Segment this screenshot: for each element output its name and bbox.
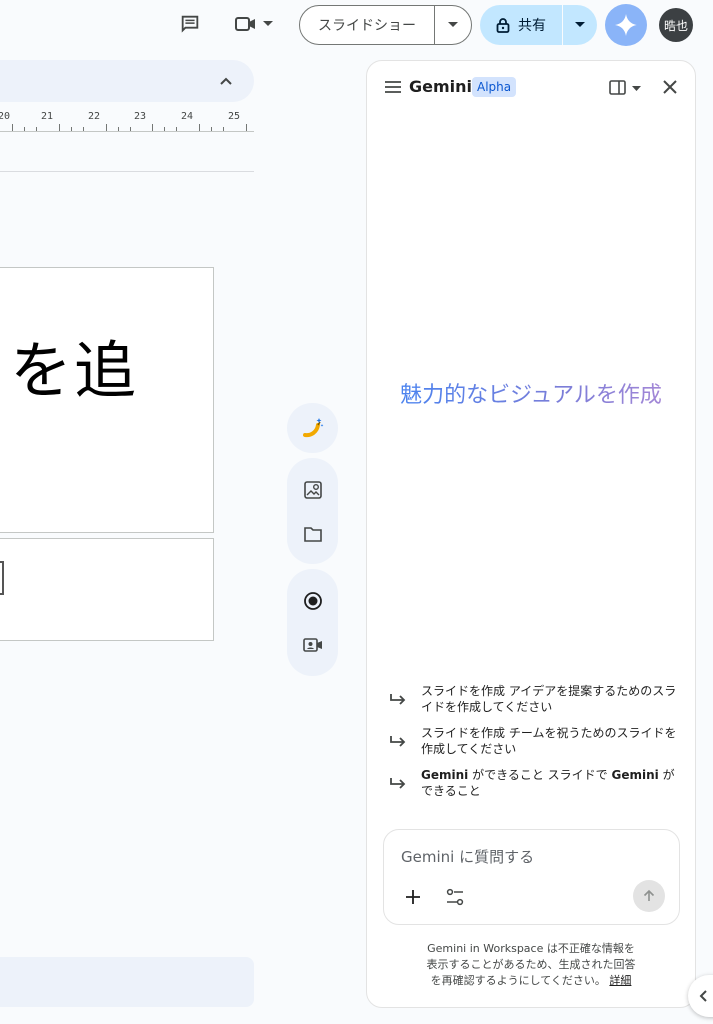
panel-title: Gemini: [409, 77, 473, 96]
subtitle-text-fragment: [0, 561, 4, 595]
suggestion-text: スライドを作成 アイデアを提案するためのスライドを作成してください: [421, 683, 677, 715]
image-search-icon[interactable]: [300, 477, 325, 502]
arrow-up-icon: [643, 889, 655, 901]
gemini-side-panel: Gemini Alpha 魅力的なビジュアルを作成 スライドを作成 アイデアを提…: [366, 60, 696, 1008]
folder-icon[interactable]: [300, 521, 325, 546]
slide-title-placeholder[interactable]: を追: [0, 267, 214, 533]
ruler-tick: [223, 127, 224, 131]
chevron-down-icon: [448, 22, 458, 27]
ruler-tick: [83, 127, 84, 131]
chevron-down-icon: [575, 22, 585, 27]
share-button[interactable]: 共有: [480, 5, 563, 45]
ruler-tick: [199, 124, 200, 131]
video-person-icon[interactable]: [300, 632, 325, 657]
tune-icon[interactable]: [444, 886, 466, 908]
top-toolbar: スライドショー 共有 晧也: [0, 0, 713, 52]
ruler-tick: [12, 124, 13, 131]
suggestion-bold-2: Gemini: [611, 768, 659, 782]
ruler-tick: [24, 127, 25, 131]
disclaimer-line: 表示することがあるため、生成された回答: [426, 958, 636, 971]
suggestion-bold: Gemini: [421, 768, 469, 782]
ruler-number: 23: [134, 111, 147, 122]
lock-icon: [496, 18, 510, 33]
slide-title-text: を追: [10, 334, 139, 407]
side-tool-pill-2: [287, 458, 338, 564]
menu-icon[interactable]: [383, 77, 403, 97]
comment-icon[interactable]: [176, 10, 204, 38]
gemini-toggle-button[interactable]: [605, 4, 647, 46]
gemini-sparkle-icon: [615, 14, 637, 36]
ruler-tick: [71, 127, 72, 131]
ruler-tick: [164, 127, 165, 131]
slides-editor: スライドショー 共有 晧也 20 21 22 23 24 25 を追 Gemin…: [0, 0, 713, 1024]
share-dropdown-button[interactable]: [563, 5, 597, 45]
suggestion-bold: スライドを作成: [421, 684, 506, 698]
panel-layout-icon[interactable]: [609, 79, 643, 97]
ruler-tick: [176, 127, 177, 131]
slideshow-button[interactable]: スライドショー: [300, 6, 435, 44]
slideshow-button-group: スライドショー: [299, 5, 472, 45]
subdirectory-arrow-icon: [390, 736, 406, 747]
ruler-tick: [106, 124, 107, 131]
suggestion-chip[interactable]: スライドを作成 チームを祝うためのスライドを作成してください: [387, 725, 677, 757]
ruler-number: 21: [41, 111, 54, 122]
gemini-prompt-box[interactable]: Gemini に質問する: [383, 829, 680, 925]
subdirectory-arrow-icon: [390, 694, 406, 705]
suggestion-chip[interactable]: Gemini ができること スライドで Gemini ができること: [387, 767, 677, 799]
ruler-tick: [118, 127, 119, 131]
alpha-badge: Alpha: [472, 77, 517, 97]
ruler-tick: [130, 127, 131, 131]
suggestion-rest: ができること スライドで: [468, 768, 612, 782]
close-icon[interactable]: [660, 77, 680, 97]
speaker-notes-bar[interactable]: [0, 957, 254, 1007]
ruler-tick: [246, 124, 247, 131]
ruler-number: 20: [0, 111, 11, 122]
chevron-up-icon[interactable]: [216, 71, 236, 91]
suggestion-text: スライドを作成 チームを祝うためのスライドを作成してください: [421, 725, 677, 757]
ruler-tick: [59, 124, 60, 131]
learn-more-link[interactable]: 詳細: [609, 974, 631, 987]
ruler-tick: [152, 124, 153, 131]
slide-subtitle-placeholder[interactable]: [0, 538, 214, 641]
ruler-number: 24: [181, 111, 194, 122]
ruler-tick: [36, 127, 37, 131]
hero-heading: 魅力的なビジュアルを作成: [367, 377, 695, 409]
side-tool-pill-3: [287, 569, 338, 676]
disclaimer-line: Gemini in Workspace は不正確な情報を: [427, 942, 635, 955]
suggestion-chip[interactable]: スライドを作成 アイデアを提案するためのスライドを作成してください: [387, 683, 677, 715]
side-tool-pill-1: [287, 403, 338, 453]
slideshow-dropdown-button[interactable]: [435, 6, 471, 44]
toolbar-collapsed-strip: [0, 60, 254, 102]
banana-sparkle-icon[interactable]: [300, 415, 325, 440]
horizontal-ruler: 20 21 22 23 24 25: [0, 108, 254, 132]
ruler-number: 25: [228, 111, 241, 122]
videocam-dropdown-icon[interactable]: [258, 10, 278, 38]
suggestion-bold: スライドを作成: [421, 726, 506, 740]
share-button-group: 共有: [480, 5, 597, 45]
suggestion-text: Gemini ができること スライドで Gemini ができること: [421, 767, 677, 799]
add-icon[interactable]: [402, 886, 424, 908]
disclaimer: Gemini in Workspace は不正確な情報を 表示することがあるため…: [367, 941, 695, 989]
chevron-left-icon: [699, 990, 707, 1002]
subdirectory-arrow-icon: [390, 778, 406, 789]
disclaimer-line: を再確認するようにしてください。: [430, 974, 606, 987]
ruler-tick: [211, 127, 212, 131]
share-label: 共有: [518, 18, 546, 34]
disclaimer-line-3: を再確認するようにしてください。 詳細: [367, 973, 695, 989]
videocam-icon[interactable]: [232, 10, 260, 38]
prompt-input[interactable]: Gemini に質問する: [401, 846, 534, 867]
ruler-number: 22: [88, 111, 101, 122]
avatar[interactable]: 晧也: [659, 8, 693, 42]
send-button[interactable]: [633, 880, 665, 912]
record-icon[interactable]: [300, 588, 325, 613]
